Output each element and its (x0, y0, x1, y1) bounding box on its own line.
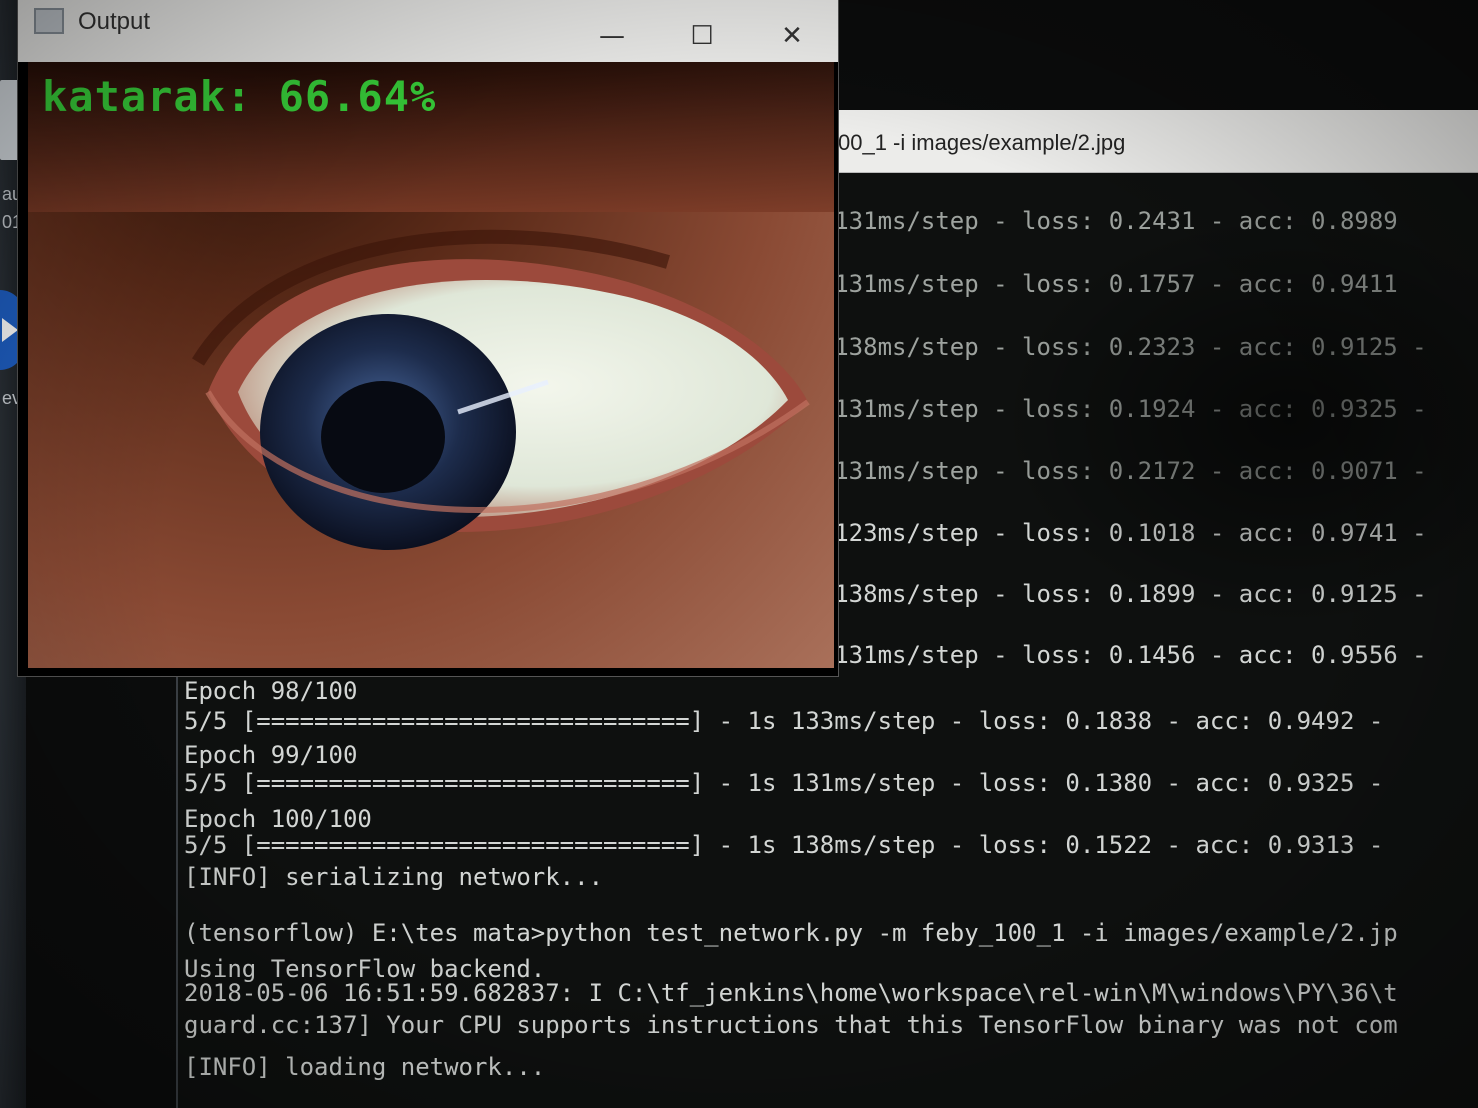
output-titlebar[interactable]: Output — ☐ ✕ (18, 0, 838, 62)
output-window-title: Output (78, 8, 151, 35)
terminal-line: 5/5 [==============================] - 1… (184, 769, 1384, 797)
eye-photo (28, 62, 834, 668)
terminal-line: 2018-05-06 16:51:59.682837: I C:\tf_jenk… (184, 979, 1398, 1007)
maximize-button[interactable]: ☐ (682, 18, 722, 54)
terminal-line: [INFO] loading network... (184, 1053, 546, 1081)
eye-illustration (28, 62, 834, 550)
prediction-label: katarak: 66.64% (42, 72, 437, 121)
terminal-command-line: (tensorflow) E:\tes mata>python test_net… (184, 919, 1398, 947)
terminal-line: [INFO] serializing network... (184, 863, 604, 891)
terminal-line: Epoch 98/100 (184, 677, 358, 705)
terminal-title: 00_1 -i images/example/2.jpg (838, 130, 1126, 155)
minimize-button[interactable]: — (592, 18, 632, 54)
terminal-line: Epoch 99/100 (184, 741, 358, 769)
output-window[interactable]: Output — ☐ ✕ katarak: 66.64% (18, 0, 838, 676)
terminal-line: 5/5 [==============================] - 1… (184, 707, 1384, 735)
terminal-line: 5/5 [==============================] - 1… (184, 831, 1384, 859)
terminal-line: guard.cc:137] Your CPU supports instruct… (184, 1011, 1398, 1039)
app-icon (34, 8, 64, 34)
close-button[interactable]: ✕ (772, 18, 812, 54)
